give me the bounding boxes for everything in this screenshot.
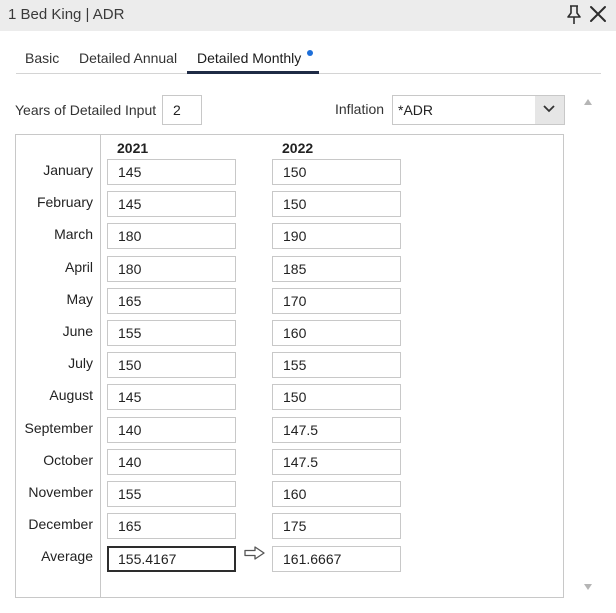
may-2022-input[interactable] bbox=[272, 287, 401, 314]
march-2021-input[interactable] bbox=[107, 223, 236, 250]
inflation-dropdown-button[interactable] bbox=[535, 96, 564, 124]
july-2021-input[interactable] bbox=[107, 352, 236, 379]
average-2022-input[interactable] bbox=[272, 546, 401, 573]
chevron-down-icon bbox=[543, 105, 555, 113]
november-2022-input[interactable] bbox=[272, 481, 401, 507]
column-header-2022: 2022 bbox=[282, 140, 314, 156]
years-input-label: Years of Detailed Input bbox=[15, 102, 157, 118]
inflation-label: Inflation bbox=[335, 101, 385, 117]
active-tab-indicator bbox=[187, 71, 319, 74]
tab-detailed-annual[interactable]: Detailed Annual bbox=[79, 50, 177, 66]
october-2022-input[interactable] bbox=[272, 448, 401, 475]
june-2021-input[interactable] bbox=[107, 320, 236, 346]
january-2022-input[interactable] bbox=[272, 159, 401, 185]
february-2021-input[interactable] bbox=[107, 191, 236, 218]
july-2022-input[interactable] bbox=[272, 352, 401, 379]
december-2022-input[interactable] bbox=[272, 513, 401, 540]
march-2022-input[interactable] bbox=[272, 223, 401, 250]
modified-dot-icon bbox=[307, 50, 313, 56]
row-label-june: June bbox=[62, 323, 93, 339]
row-label-march: March bbox=[54, 226, 93, 243]
row-label-january: January bbox=[43, 162, 93, 178]
june-2022-input[interactable] bbox=[272, 320, 401, 346]
september-2021-input[interactable] bbox=[107, 416, 236, 443]
row-label-september: September bbox=[24, 419, 93, 436]
tab-detailed-monthly[interactable]: Detailed Monthly bbox=[197, 50, 301, 66]
scroll-up-icon[interactable] bbox=[584, 99, 592, 105]
scroll-down-icon[interactable] bbox=[584, 584, 592, 590]
may-2021-input[interactable] bbox=[107, 287, 236, 314]
row-label-november: November bbox=[28, 484, 93, 500]
january-2021-input[interactable] bbox=[107, 159, 236, 185]
row-label-december: December bbox=[28, 516, 93, 533]
row-label-average: Average bbox=[41, 548, 93, 565]
title-bar: 1 Bed King | ADR bbox=[0, 0, 616, 31]
pin-icon[interactable] bbox=[566, 5, 582, 25]
april-2021-input[interactable] bbox=[107, 255, 236, 282]
row-label-may: May bbox=[66, 290, 93, 307]
row-label-april: April bbox=[64, 258, 93, 275]
september-2022-input[interactable] bbox=[272, 416, 401, 443]
row-label-july: July bbox=[68, 355, 93, 372]
inflation-selected-value: *ADR bbox=[398, 102, 434, 118]
years-input[interactable] bbox=[162, 95, 202, 125]
april-2022-input[interactable] bbox=[272, 255, 401, 282]
inflation-select[interactable]: *ADR bbox=[392, 95, 565, 125]
october-2021-input[interactable] bbox=[107, 448, 236, 475]
row-label-october: October bbox=[43, 451, 93, 468]
row-label-august: August bbox=[49, 387, 93, 404]
february-2022-input[interactable] bbox=[272, 191, 401, 218]
window-title: 1 Bed King | ADR bbox=[8, 6, 125, 23]
december-2021-input[interactable] bbox=[107, 513, 236, 540]
close-icon[interactable] bbox=[589, 5, 607, 23]
monthly-grid: 2021 2022 January February March April May Ju… bbox=[15, 134, 564, 598]
arrow-right-icon bbox=[244, 546, 265, 560]
tab-basic[interactable]: Basic bbox=[25, 50, 59, 66]
august-2022-input[interactable] bbox=[272, 384, 401, 411]
august-2021-input[interactable] bbox=[107, 384, 236, 411]
tab-bar: Basic Detailed Annual Detailed Monthly bbox=[16, 47, 601, 74]
column-header-2021: 2021 bbox=[117, 140, 149, 156]
november-2021-input[interactable] bbox=[107, 481, 236, 507]
row-label-february: February bbox=[36, 194, 93, 211]
average-2021-input[interactable] bbox=[107, 546, 236, 573]
